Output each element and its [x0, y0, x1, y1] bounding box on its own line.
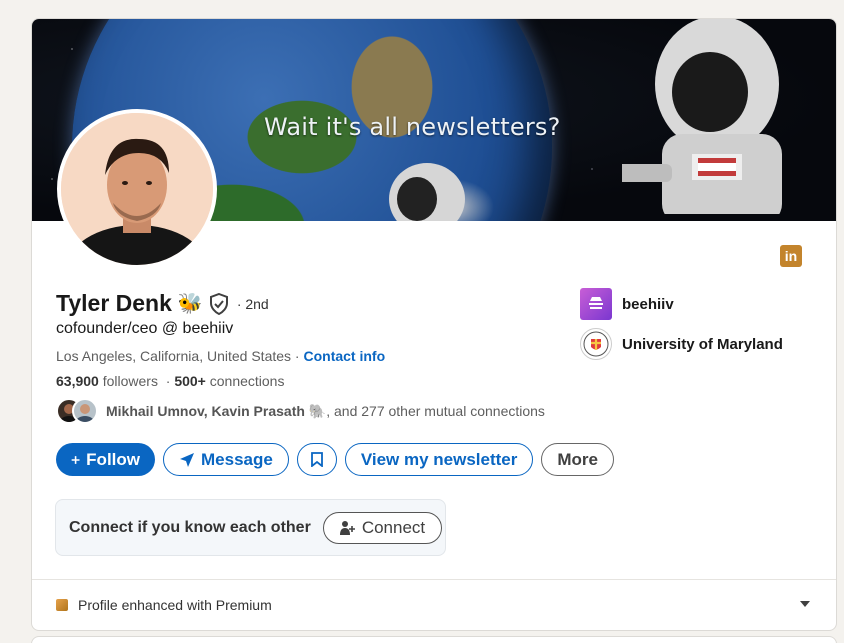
connect-button[interactable]: Connect	[322, 511, 443, 544]
connect-prompt-text: Connect if you know each other	[69, 518, 311, 536]
bee-emoji-icon: 🐝	[177, 293, 203, 315]
name-row: Tyler Denk 🐝 · 2nd	[56, 290, 269, 317]
profile-card: Wait it's all newsletters? in Tyler Denk…	[31, 18, 837, 631]
connect-prompt: Connect if you know each other Connect	[55, 499, 446, 556]
affiliation-beehiiv[interactable]: beehiiv	[580, 288, 674, 320]
premium-icon	[56, 599, 68, 611]
save-profile-button[interactable]	[296, 443, 337, 476]
follow-button[interactable]: Follow	[56, 443, 155, 476]
elephant-emoji-icon: 🐘	[308, 402, 327, 419]
more-button[interactable]: More	[541, 443, 614, 476]
affiliation-name: beehiiv	[622, 295, 674, 313]
profile-photo[interactable]	[57, 109, 217, 269]
followers-label: followers	[102, 373, 158, 389]
banner-astronaut-small-image	[389, 163, 465, 221]
mutual-avatar	[72, 398, 98, 424]
stats-row: 63,900 followers · 500+ connections	[56, 373, 285, 389]
premium-text: Profile enhanced with Premium	[78, 597, 272, 613]
premium-row[interactable]: Profile enhanced with Premium	[56, 597, 272, 613]
banner-astronaut-image	[622, 19, 782, 214]
location-row: Los Angeles, California, United States ·…	[56, 348, 385, 364]
affiliation-umd[interactable]: University of Maryland	[580, 328, 783, 360]
connections-label[interactable]: connections	[210, 373, 285, 389]
beehiiv-logo	[580, 288, 612, 320]
location-separator: ·	[291, 348, 304, 364]
connect-label: Connect	[361, 517, 426, 537]
mutual-rest: , and 277 other mutual connections	[326, 402, 545, 419]
view-newsletter-button[interactable]: View my newsletter	[344, 443, 534, 476]
connections-count[interactable]: 500+	[174, 373, 206, 389]
affiliation-name: University of Maryland	[622, 335, 783, 353]
connection-degree: · 2nd	[236, 295, 269, 312]
followers-count: 63,900	[56, 373, 99, 389]
newsletter-label: View my newsletter	[360, 449, 518, 469]
bookmark-icon	[310, 452, 323, 467]
profile-name: Tyler Denk	[56, 290, 172, 316]
profile-photo-image	[61, 113, 213, 265]
mutual-connections-text[interactable]: Mikhail Umnov, Kavin Prasath 🐘, and 277 …	[106, 403, 545, 420]
add-person-icon	[339, 520, 355, 535]
send-icon	[180, 452, 194, 467]
verified-shield-icon[interactable]	[209, 292, 229, 315]
message-label: Message	[201, 449, 273, 469]
more-label: More	[557, 449, 598, 469]
mutual-connections[interactable]: Mikhail Umnov, Kavin Prasath 🐘, and 277 …	[56, 397, 545, 425]
message-button[interactable]: Message	[163, 443, 289, 476]
mutual-names: Mikhail Umnov, Kavin Prasath	[106, 402, 305, 419]
chevron-down-icon[interactable]	[798, 599, 812, 609]
banner-caption: Wait it's all newsletters?	[264, 113, 561, 141]
umd-seal-logo	[580, 328, 612, 360]
plus-icon	[71, 455, 80, 464]
linkedin-icon[interactable]: in	[780, 245, 802, 267]
profile-headline: cofounder/ceo @ beehiiv	[56, 320, 234, 337]
next-card	[31, 636, 837, 643]
contact-info-link[interactable]: Contact info	[303, 348, 385, 364]
profile-actions: Follow Message View my newsletter More	[56, 443, 614, 476]
section-divider	[32, 579, 836, 580]
profile-location: Los Angeles, California, United States	[56, 348, 292, 364]
follow-label: Follow	[86, 449, 140, 469]
